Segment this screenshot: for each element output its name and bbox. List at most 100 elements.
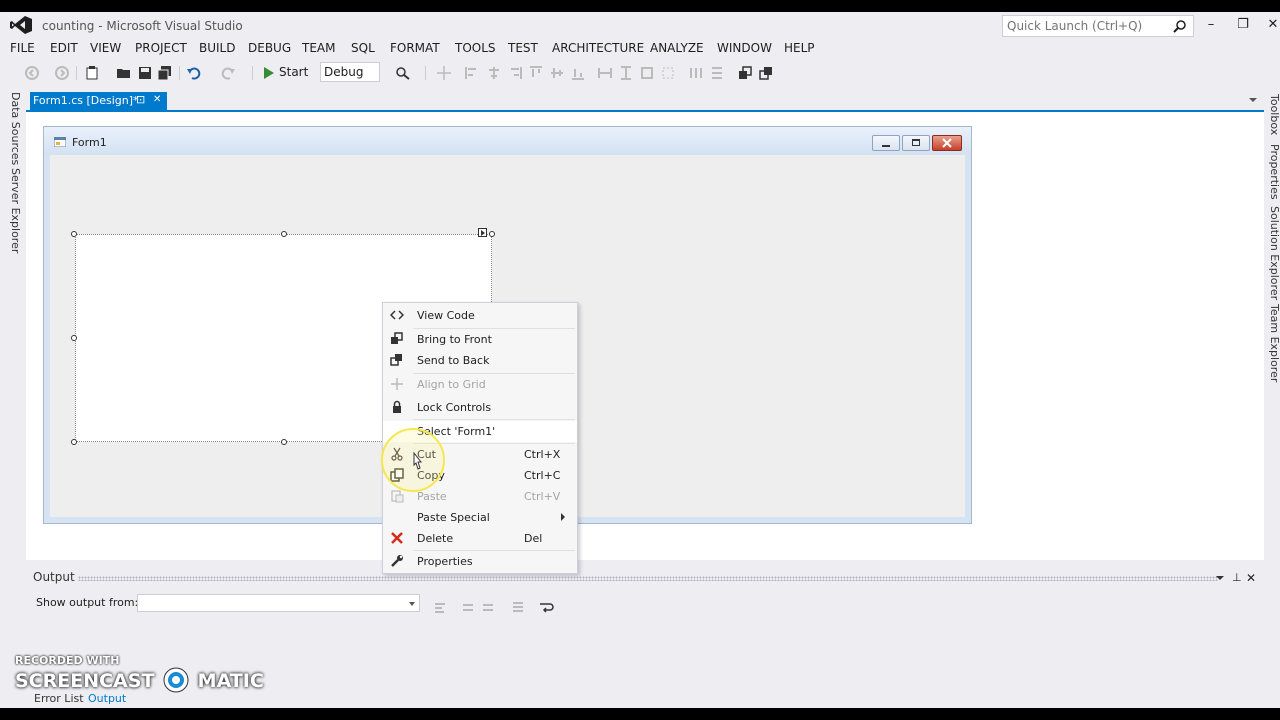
bottom-tab-strip: Error List Output [26,692,326,708]
output-title-grip [78,576,1218,581]
find-in-files-icon[interactable] [395,65,411,81]
output-pin-icon[interactable]: ⊥ [1232,571,1242,584]
watermark-logo: SCREENCAST MATIC [15,667,264,693]
smart-tag-icon[interactable] [478,228,487,237]
resize-handle-bottom-left[interactable] [71,439,77,445]
paste-icon [390,489,404,503]
start-debugging-icon[interactable] [261,65,277,81]
document-tab-label: Form1.cs [Design]* [33,94,139,107]
menu-build[interactable]: BUILD [199,41,235,55]
save-icon[interactable] [137,65,153,81]
output-dropdown-icon[interactable] [1216,576,1224,580]
save-all-icon[interactable] [157,65,173,81]
output-pane: Output ⊥ ✕ Show output from: [26,566,1264,686]
team-explorer-tab[interactable]: Team Explorer [1268,304,1280,382]
solution-explorer-tab[interactable]: Solution Explorer [1268,206,1280,300]
menu-edit[interactable]: EDIT [50,41,78,55]
menu-window[interactable]: WINDOW [717,41,772,55]
menu-view[interactable]: VIEW [90,41,121,55]
align-rights-icon[interactable] [507,65,523,81]
menu-item-lock-controls[interactable]: Lock Controls [383,397,577,418]
pin-tab-icon[interactable]: ⊡ [136,93,145,106]
align-to-grid-icon [390,377,404,391]
make-same-size-icon[interactable] [639,65,655,81]
document-tab-form1-design[interactable]: Form1.cs [Design]* ⊡ ✕ [30,92,167,110]
word-wrap-icon[interactable] [538,600,554,616]
navigate-back-icon[interactable] [24,65,40,81]
menu-tools[interactable]: TOOLS [455,41,496,55]
align-lefts-icon[interactable] [464,65,480,81]
align-to-grid-icon[interactable] [436,65,452,81]
menu-item-send-to-back[interactable]: Send to Back [383,350,577,371]
send-to-back-toolbar-icon[interactable] [758,65,774,81]
solution-configuration-select[interactable]: Debug [320,62,380,82]
make-same-width-icon[interactable] [597,65,613,81]
restore-button[interactable]: ❐ [1230,14,1256,34]
data-sources-tab[interactable]: Data Sources [9,92,22,165]
menu-item-paste-special[interactable]: Paste Special [383,507,577,528]
resize-handle-top-left[interactable] [71,231,77,237]
minimize-button[interactable]: – [1198,14,1224,34]
resize-handle-top[interactable] [281,231,287,237]
bring-to-front-toolbar-icon[interactable] [737,65,753,81]
menu-item-shortcut: Del [524,532,543,545]
bring-to-front-icon [390,332,404,346]
menu-format[interactable]: FORMAT [390,41,440,55]
close-button[interactable]: ✕ [1260,14,1280,34]
quick-launch-input[interactable] [1003,16,1171,36]
output-close-icon[interactable]: ✕ [1246,571,1256,585]
properties-tab[interactable]: Properties [1268,144,1280,200]
size-to-grid-icon[interactable] [660,65,676,81]
window-title: counting - Microsoft Visual Studio [42,19,243,33]
menu-sql[interactable]: SQL [351,41,375,55]
find-message-icon[interactable] [432,600,448,616]
align-tops-icon[interactable] [528,65,544,81]
menu-team[interactable]: TEAM [302,41,335,55]
clear-all-icon[interactable] [510,600,526,616]
resize-handle-left[interactable] [71,335,77,341]
tab-overflow-chevron-icon[interactable] [1249,98,1257,102]
undo-icon[interactable] [186,65,202,81]
navigate-forward-icon[interactable] [54,65,70,81]
quick-launch[interactable] [1002,15,1194,37]
show-output-from-select[interactable] [137,594,420,612]
horizontal-spacing-icon[interactable] [688,65,704,81]
vertical-spacing-icon[interactable] [709,65,725,81]
menu-item-label: Send to Back [417,354,490,367]
start-button[interactable]: Start [279,65,308,79]
menu-debug[interactable]: DEBUG [248,41,291,55]
menu-item-shortcut: Ctrl+V [524,490,561,503]
search-icon[interactable] [1173,19,1187,33]
previous-message-icon[interactable] [460,600,476,616]
menu-project[interactable]: PROJECT [135,41,187,55]
menu-test[interactable]: TEST [508,41,538,55]
resize-handle-bottom[interactable] [281,439,287,445]
toolbox-tab[interactable]: Toolbox [1268,94,1280,135]
make-same-height-icon[interactable] [618,65,634,81]
resize-handle-top-right[interactable] [489,231,495,237]
new-project-icon[interactable] [84,65,100,81]
align-centers-icon[interactable] [486,65,502,81]
menu-item-delete[interactable]: Delete Del [383,528,577,549]
menu-item-align-to-grid[interactable]: Align to Grid [383,374,577,395]
submenu-arrow-icon [561,513,565,521]
visual-studio-logo-icon [10,16,32,34]
align-middles-icon[interactable] [549,65,565,81]
menu-analyze[interactable]: ANALYZE [650,41,704,55]
menu-help[interactable]: HELP [784,41,815,55]
redo-icon[interactable] [220,65,236,81]
open-file-icon[interactable] [116,65,132,81]
chevron-down-icon [409,602,415,606]
menu-file[interactable]: FILE [10,41,35,55]
menu-item-bring-to-front[interactable]: Bring to Front [383,329,577,350]
align-bottoms-icon[interactable] [570,65,586,81]
close-tab-icon[interactable]: ✕ [153,94,161,105]
error-list-tab[interactable]: Error List [34,692,84,705]
server-explorer-tab[interactable]: Server Explorer [9,168,22,253]
menu-architecture[interactable]: ARCHITECTURE [552,41,644,55]
menu-item-view-code[interactable]: View Code [383,305,577,326]
output-tab[interactable]: Output [88,692,126,705]
form1-title: Form1 [72,136,107,149]
next-message-icon[interactable] [480,600,496,616]
menu-item-label: Lock Controls [417,401,492,414]
